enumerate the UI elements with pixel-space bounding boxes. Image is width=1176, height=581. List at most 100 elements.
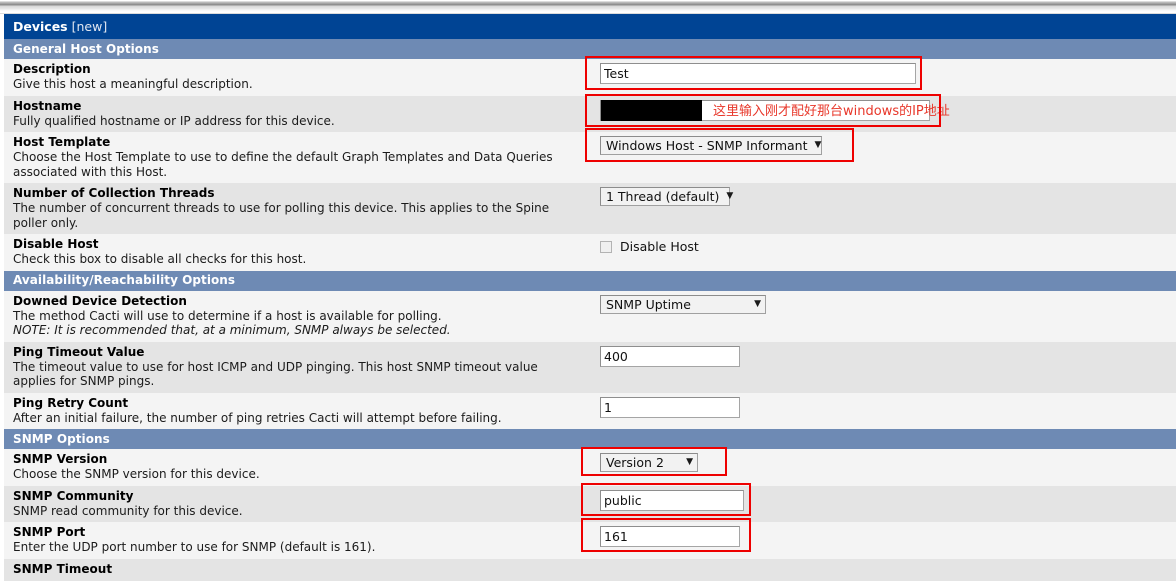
ping-retry-control-wrap <box>590 393 1176 418</box>
snmp-community-field-name: SNMP Community <box>13 488 134 503</box>
host-template-select-value: Windows Host - SNMP Informant <box>606 138 808 153</box>
downed-device-field-name: Downed Device Detection <box>13 293 187 308</box>
snmp-version-field-desc: Choose the SNMP version for this device. <box>13 467 260 481</box>
row-description: Description Give this host a meaningful … <box>4 56 1176 96</box>
collection-threads-label-cell: Number of Collection Threads The number … <box>4 183 590 234</box>
disable-host-field-desc: Check this box to disable all checks for… <box>13 252 307 266</box>
row-downed-device-detection: Downed Device Detection The method Cacti… <box>4 290 1176 342</box>
description-control-wrap <box>590 59 1176 84</box>
hostname-field-desc: Fully qualified hostname or IP address f… <box>13 113 335 128</box>
disable-host-field-name: Disable Host <box>13 237 99 251</box>
disable-host-label-cell: Disable Host Check this box to disable a… <box>4 234 590 271</box>
collection-threads-control-wrap: 1 Thread (default) ▼ <box>590 183 1176 206</box>
snmp-community-input[interactable] <box>600 489 744 511</box>
snmp-community-label-cell: SNMP Community SNMP read community for t… <box>4 485 590 522</box>
ping-retry-input[interactable] <box>600 396 740 418</box>
row-snmp-version: SNMP Version Choose the SNMP version for… <box>4 447 1176 486</box>
ping-retry-field-desc: After an initial failure, the number of … <box>13 410 502 425</box>
host-template-field-desc: Choose the Host Template to use to defin… <box>13 150 553 179</box>
snmp-version-select[interactable]: Version 2 ▼ <box>600 453 698 472</box>
page-title-bar: Devices [new] <box>4 14 1176 39</box>
collection-threads-field-desc: The number of concurrent threads to use … <box>13 201 550 230</box>
hostname-control-cell: 这里输入刚才配好那台windows的IP地址 <box>585 93 1176 132</box>
snmp-community-control-cell <box>581 482 1176 522</box>
row-host-template: Host Template Choose the Host Template t… <box>4 128 1176 183</box>
page-title-text: Devices <box>13 18 68 34</box>
description-input[interactable] <box>600 63 916 84</box>
ping-retry-label-cell: Ping Retry Count After an initial failur… <box>4 392 590 429</box>
ping-timeout-input[interactable] <box>600 345 740 367</box>
page-title-suffix: [new] <box>71 18 108 34</box>
devices-settings-table: Devices [new] General Host Options Descr… <box>4 14 1176 581</box>
snmp-version-field-name: SNMP Version <box>13 452 108 466</box>
snmp-port-control-cell <box>581 518 1176 559</box>
chevron-down-icon: ▼ <box>726 191 734 201</box>
row-snmp-port: SNMP Port Enter the UDP port number to u… <box>4 518 1176 559</box>
collection-threads-select-value: 1 Thread (default) <box>606 189 720 204</box>
browser-chrome-strip <box>0 0 1176 14</box>
snmp-port-field-name: SNMP Port <box>13 525 86 539</box>
chevron-down-icon: ▼ <box>814 140 822 150</box>
downed-device-control-wrap: SNMP Uptime ▼ <box>590 291 1176 314</box>
collection-threads-field-name: Number of Collection Threads <box>13 186 215 200</box>
row-disable-host: Disable Host Check this box to disable a… <box>4 234 1176 271</box>
collection-threads-control-cell: 1 Thread (default) ▼ <box>590 183 1176 234</box>
section-header-availability-label: Availability/Reachability Options <box>4 270 1176 291</box>
row-collection-threads: Number of Collection Threads The number … <box>4 183 1176 234</box>
chevron-down-icon: ▼ <box>754 298 761 309</box>
row-snmp-community: SNMP Community SNMP read community for t… <box>4 482 1176 522</box>
ping-timeout-control-cell <box>590 341 1176 393</box>
hostname-label-cell: Hostname Fully qualified hostname or IP … <box>4 95 590 132</box>
page-title: Devices [new] <box>4 14 1176 39</box>
downed-device-detection-select-value: SNMP Uptime <box>606 296 691 312</box>
snmp-version-control-cell: Version 2 ▼ <box>581 447 1176 486</box>
section-header-general: General Host Options <box>4 39 1176 59</box>
section-header-availability: Availability/Reachability Options <box>4 270 1176 291</box>
disable-host-checkbox-label: Disable Host <box>620 239 699 254</box>
devices-form-page: Devices [new] General Host Options Descr… <box>0 14 1176 581</box>
disable-host-checkbox[interactable] <box>600 240 612 253</box>
downed-device-field-note: NOTE: It is recommended that, at a minim… <box>13 323 451 337</box>
snmp-version-control-wrap: Version 2 ▼ <box>590 449 1176 472</box>
snmp-version-select-value: Version 2 <box>606 455 664 470</box>
ping-timeout-label-cell: Ping Timeout Value The timeout value to … <box>4 341 590 393</box>
ping-timeout-control-wrap <box>590 342 1176 367</box>
row-ping-timeout: Ping Timeout Value The timeout value to … <box>4 341 1176 393</box>
hostname-field-name: Hostname <box>13 98 82 113</box>
description-field-desc: Give this host a meaningful description. <box>13 77 253 91</box>
ping-timeout-field-name: Ping Timeout Value <box>13 344 145 359</box>
snmp-port-control-wrap <box>590 522 1176 547</box>
chevron-down-icon: ▼ <box>686 457 693 467</box>
section-header-snmp-label: SNMP Options <box>4 429 1176 449</box>
ping-retry-control-cell <box>590 392 1176 429</box>
host-template-select[interactable]: Windows Host - SNMP Informant ▼ <box>600 136 822 155</box>
hostname-annotation-text: 这里输入刚才配好那台windows的IP地址 <box>713 103 950 119</box>
disable-host-checkbox-row[interactable]: Disable Host <box>590 234 1176 254</box>
downed-device-control-cell: SNMP Uptime ▼ <box>590 290 1176 342</box>
hostname-redaction-block <box>601 99 702 121</box>
section-header-general-label: General Host Options <box>4 39 1176 59</box>
downed-device-field-desc: The method Cacti will use to determine i… <box>13 308 442 323</box>
disable-host-control-cell: Disable Host <box>590 234 1176 271</box>
row-ping-retry: Ping Retry Count After an initial failur… <box>4 392 1176 429</box>
description-field-name: Description <box>13 62 91 76</box>
host-template-control-wrap: Windows Host - SNMP Informant ▼ <box>590 132 1176 155</box>
snmp-port-field-desc: Enter the UDP port number to use for SNM… <box>13 540 376 554</box>
snmp-port-label-cell: SNMP Port Enter the UDP port number to u… <box>4 522 590 559</box>
description-control-cell <box>585 56 1176 96</box>
row-hostname: Hostname Fully qualified hostname or IP … <box>4 93 1176 132</box>
downed-device-label-cell: Downed Device Detection The method Cacti… <box>4 290 590 342</box>
snmp-community-field-desc: SNMP read community for this device. <box>13 503 243 518</box>
host-template-label-cell: Host Template Choose the Host Template t… <box>4 132 590 183</box>
downed-device-detection-select[interactable]: SNMP Uptime ▼ <box>600 294 766 314</box>
snmp-version-label-cell: SNMP Version Choose the SNMP version for… <box>4 449 590 486</box>
collection-threads-select[interactable]: 1 Thread (default) ▼ <box>600 187 734 206</box>
host-template-field-name: Host Template <box>13 135 111 149</box>
snmp-timeout-field-name: SNMP Timeout <box>13 561 113 576</box>
section-header-snmp: SNMP Options <box>4 429 1176 449</box>
snmp-community-control-wrap <box>590 486 1176 511</box>
ping-retry-field-name: Ping Retry Count <box>13 395 129 410</box>
description-label-cell: Description Give this host a meaningful … <box>4 59 590 96</box>
host-template-control-cell: Windows Host - SNMP Informant ▼ <box>585 128 1176 183</box>
snmp-port-input[interactable] <box>600 526 740 547</box>
